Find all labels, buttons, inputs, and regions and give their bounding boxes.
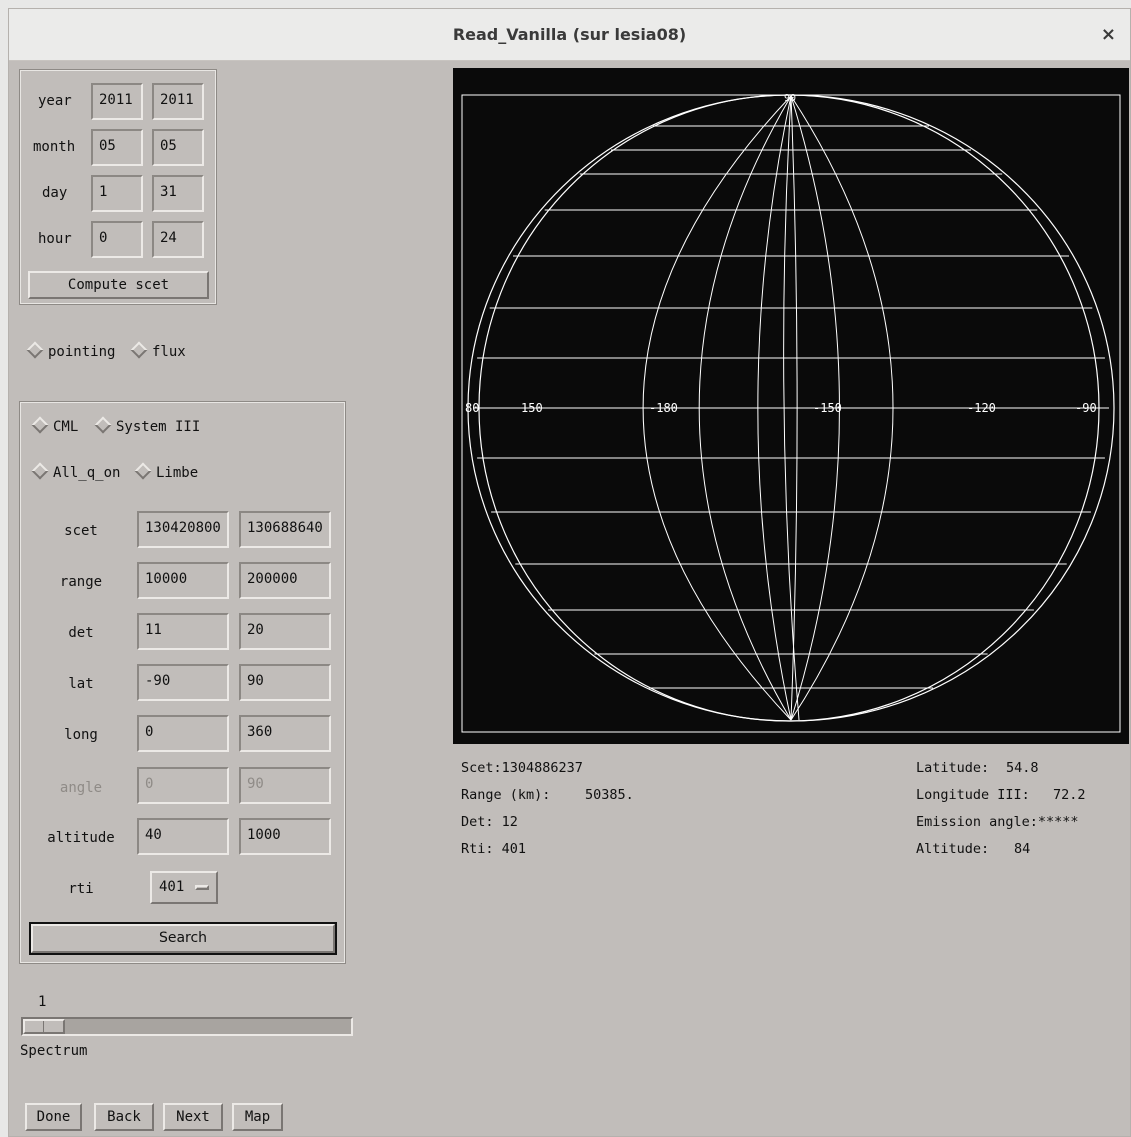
- altitude-label: altitude: [47, 830, 115, 846]
- year-to-input[interactable]: 2011: [152, 83, 204, 120]
- system3-radio-indicator: [94, 416, 112, 434]
- lat-from-input[interactable]: -90: [137, 664, 229, 701]
- year-from-input[interactable]: 2011: [91, 83, 143, 120]
- range-label: range: [59, 574, 103, 590]
- pointing-radio[interactable]: pointing: [26, 341, 116, 360]
- main-window: Read_Vanilla (sur lesia08) × year 2011 2…: [8, 8, 1131, 1137]
- altitude-to-input[interactable]: 1000: [239, 818, 331, 855]
- window-title: Read_Vanilla (sur lesia08): [452, 25, 687, 44]
- rti-value: 401: [159, 879, 185, 895]
- long-to-input[interactable]: 360: [239, 715, 331, 752]
- axis-tick-label: 150: [521, 401, 543, 415]
- limbe-label: Limbe: [156, 465, 199, 481]
- pointing-label: pointing: [48, 344, 116, 360]
- hour-from-input[interactable]: 0: [91, 221, 143, 258]
- flux-label: flux: [152, 344, 186, 360]
- date-panel: year 2011 2011 month 05 05 day 1 31 hour…: [19, 69, 217, 305]
- all-q-on-radio[interactable]: All_q_on: [31, 462, 121, 481]
- all-q-on-label: All_q_on: [53, 465, 121, 481]
- limbe-radio[interactable]: Limbe: [134, 462, 199, 481]
- axis-tick-label: -120: [967, 401, 996, 415]
- day-from-input[interactable]: 1: [91, 175, 143, 212]
- close-icon[interactable]: ×: [1101, 9, 1116, 60]
- day-to-input[interactable]: 31: [152, 175, 204, 212]
- plot-frame: [461, 94, 1121, 733]
- search-panel: CML System III All_q_on Limbe scet 13042…: [19, 401, 346, 964]
- scet-from-input[interactable]: 130420800: [137, 511, 229, 548]
- slider-thumb-divider: [43, 1021, 44, 1032]
- month-from-input[interactable]: 05: [91, 129, 143, 166]
- flux-radio-indicator: [130, 341, 148, 359]
- cml-label: CML: [53, 419, 79, 435]
- info-lat-value: 54.8: [1006, 760, 1039, 776]
- rti-option-menu[interactable]: 401: [150, 871, 218, 904]
- all-q-on-radio-indicator: [31, 462, 49, 480]
- axis-tick-label: 80: [465, 401, 479, 415]
- axis-tick-label: -90: [1075, 401, 1097, 415]
- angle-to-input: 90: [239, 767, 331, 804]
- title-bar: Read_Vanilla (sur lesia08) ×: [9, 9, 1130, 61]
- option-menu-indicator-icon: [195, 885, 209, 890]
- rti-label: rti: [68, 881, 94, 897]
- scet-label: scet: [64, 523, 98, 539]
- top-axis-label: 90: [784, 93, 796, 104]
- search-button-frame: Search: [29, 922, 337, 955]
- lat-label: lat: [68, 676, 94, 692]
- info-range-value: 50385.: [585, 787, 634, 803]
- info-det: Det: 12: [461, 814, 518, 830]
- lat-to-input[interactable]: 90: [239, 664, 331, 701]
- hour-to-input[interactable]: 24: [152, 221, 204, 258]
- det-from-input[interactable]: 11: [137, 613, 229, 650]
- angle-from-input: 0: [137, 767, 229, 804]
- long-from-input[interactable]: 0: [137, 715, 229, 752]
- det-to-input[interactable]: 20: [239, 613, 331, 650]
- year-label: year: [38, 93, 72, 109]
- map-button[interactable]: Map: [232, 1103, 283, 1131]
- back-button[interactable]: Back: [94, 1103, 154, 1131]
- cml-radio[interactable]: CML: [31, 416, 79, 435]
- search-button[interactable]: Search: [31, 924, 335, 953]
- limbe-radio-indicator: [134, 462, 152, 480]
- info-rti: Rti: 401: [461, 841, 527, 857]
- info-alt-value: 84: [1014, 841, 1031, 857]
- cml-radio-indicator: [31, 416, 49, 434]
- angle-label: angle: [59, 780, 103, 796]
- spectrum-slider[interactable]: [21, 1017, 353, 1036]
- done-button[interactable]: Done: [25, 1103, 82, 1131]
- globe-plot: 80 150 -180 -150 -120 -90 90: [453, 68, 1129, 744]
- info-alt-label: Altitude:: [916, 841, 990, 857]
- spectrum-label: Spectrum: [20, 1043, 88, 1059]
- flux-radio[interactable]: flux: [130, 341, 186, 360]
- next-button[interactable]: Next: [163, 1103, 223, 1131]
- spectrum-value: 1: [38, 994, 47, 1010]
- axis-tick-label: -180: [649, 401, 678, 415]
- system3-radio[interactable]: System III: [94, 416, 201, 435]
- globe-svg: 80 150 -180 -150 -120 -90 90: [461, 93, 1121, 733]
- month-to-input[interactable]: 05: [152, 129, 204, 166]
- scet-to-input[interactable]: 130688640: [239, 511, 331, 548]
- compute-scet-button[interactable]: Compute scet: [28, 271, 209, 299]
- hour-label: hour: [38, 231, 72, 247]
- info-emission: Emission angle:*****: [916, 814, 1079, 830]
- range-to-input[interactable]: 200000: [239, 562, 331, 599]
- info-lon-label: Longitude III:: [916, 787, 1030, 803]
- range-from-input[interactable]: 10000: [137, 562, 229, 599]
- info-range-label: Range (km):: [461, 787, 551, 803]
- system3-label: System III: [116, 419, 201, 435]
- month-label: month: [33, 139, 76, 155]
- spectrum-slider-thumb[interactable]: [23, 1019, 65, 1034]
- long-label: long: [64, 727, 98, 743]
- altitude-from-input[interactable]: 40: [137, 818, 229, 855]
- info-lon-value: 72.2: [1053, 787, 1086, 803]
- det-label: det: [68, 625, 94, 641]
- pointing-radio-indicator: [26, 341, 44, 359]
- info-lat-label: Latitude:: [916, 760, 990, 776]
- info-scet: Scet:1304886237: [461, 760, 583, 776]
- axis-tick-label: -150: [813, 401, 842, 415]
- day-label: day: [42, 185, 68, 201]
